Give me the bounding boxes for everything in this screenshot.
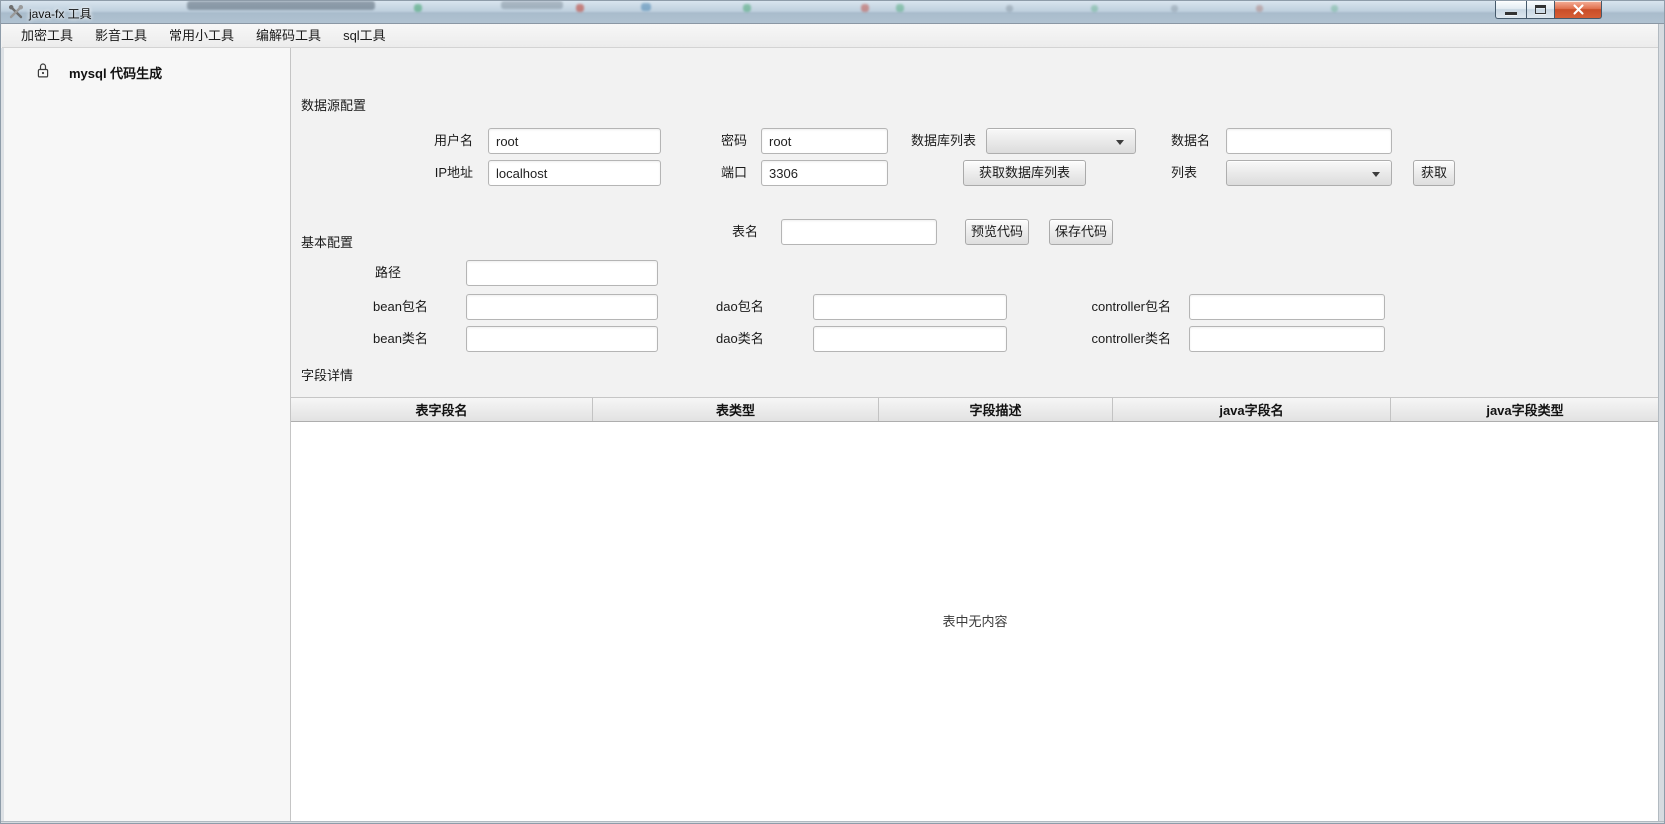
path-label: 路径 — [375, 260, 445, 286]
controller-class-input[interactable] — [1189, 326, 1385, 352]
column-header-java-field-type[interactable]: java字段类型 — [1391, 398, 1659, 421]
fields-table: 表字段名 表类型 字段描述 java字段名 java字段类型 表中无内容 — [291, 397, 1659, 821]
path-input[interactable] — [466, 260, 658, 286]
glass-artifact — [1171, 5, 1178, 12]
dao-package-input[interactable] — [813, 294, 1007, 320]
fetch-database-list-button[interactable]: 获取数据库列表 — [963, 160, 1086, 186]
port-input[interactable] — [761, 160, 888, 186]
window-frame-right — [1658, 24, 1665, 824]
window-title: java-fx 工具 — [29, 5, 92, 22]
glass-artifact — [576, 4, 584, 12]
chevron-down-icon — [1116, 140, 1124, 145]
glass-artifact — [896, 4, 904, 12]
glass-artifact — [861, 4, 869, 12]
column-header-table-type[interactable]: 表类型 — [593, 398, 879, 421]
menubar: 加密工具 影音工具 常用小工具 编解码工具 sql工具 — [2, 24, 1664, 48]
chevron-down-icon — [1372, 172, 1380, 177]
titlebar[interactable]: java-fx 工具 — [1, 1, 1664, 24]
database-list-label: 数据库列表 — [911, 128, 986, 154]
close-icon — [1572, 4, 1585, 15]
sidebar-item-label: mysql 代码生成 — [69, 63, 162, 82]
fields-section-title: 字段详情 — [301, 365, 353, 384]
fields-table-body: 表中无内容 — [291, 422, 1659, 821]
minimize-icon — [1505, 12, 1517, 15]
menu-item-common-tools[interactable]: 常用小工具 — [158, 24, 245, 47]
sidebar: mysql 代码生成 — [1, 48, 291, 821]
dao-class-label: dao类名 — [716, 326, 801, 352]
database-list-combobox[interactable] — [986, 128, 1136, 154]
basic-section-title: 基本配置 — [301, 232, 353, 251]
table-empty-placeholder: 表中无内容 — [291, 611, 1659, 630]
menu-item-media-tools[interactable]: 影音工具 — [84, 24, 158, 47]
bean-package-input[interactable] — [466, 294, 658, 320]
username-input[interactable] — [488, 128, 661, 154]
bean-class-input[interactable] — [466, 326, 658, 352]
bean-class-label: bean类名 — [373, 326, 463, 352]
password-input[interactable] — [761, 128, 888, 154]
maximize-button[interactable] — [1526, 1, 1555, 19]
menu-item-codec-tools[interactable]: 编解码工具 — [245, 24, 332, 47]
maximize-icon — [1535, 5, 1546, 14]
app-tools-icon — [8, 4, 24, 20]
column-header-table-field-name[interactable]: 表字段名 — [291, 398, 593, 421]
username-label: 用户名 — [351, 128, 473, 154]
sidebar-item-mysql-codegen[interactable]: mysql 代码生成 — [1, 56, 290, 86]
glass-artifact — [743, 4, 751, 12]
lock-icon — [36, 62, 50, 79]
glass-artifact — [501, 1, 563, 9]
port-label: 端口 — [687, 160, 747, 186]
table-list-label: 列表 — [1171, 160, 1231, 186]
glass-artifact — [187, 1, 375, 10]
fields-table-header: 表字段名 表类型 字段描述 java字段名 java字段类型 — [291, 398, 1659, 422]
save-code-button[interactable]: 保存代码 — [1049, 219, 1113, 245]
menu-item-sql-tools[interactable]: sql工具 — [332, 24, 397, 47]
database-name-input[interactable] — [1226, 128, 1392, 154]
preview-code-button[interactable]: 预览代码 — [965, 219, 1029, 245]
glass-artifact — [1006, 5, 1013, 12]
table-list-combobox[interactable] — [1226, 160, 1392, 186]
glass-artifact — [641, 3, 651, 11]
datasource-section-title: 数据源配置 — [301, 95, 366, 114]
database-name-label: 数据名 — [1171, 128, 1231, 154]
controller-class-label: controller类名 — [1061, 326, 1171, 352]
table-name-label: 表名 — [701, 219, 758, 245]
glass-artifact — [1256, 5, 1263, 12]
column-header-java-field-name[interactable]: java字段名 — [1113, 398, 1391, 421]
controller-package-input[interactable] — [1189, 294, 1385, 320]
app-window: java-fx 工具 加密工具 影音工具 常用小工具 编解码工具 sql工具 — [0, 0, 1665, 824]
window-controls — [1495, 1, 1602, 19]
main-panel: 数据源配置 用户名 密码 数据库列表 数据名 IP地址 端口 获取数据库列表 列… — [291, 48, 1659, 821]
menu-item-encrypt-tools[interactable]: 加密工具 — [10, 24, 84, 47]
close-button[interactable] — [1555, 1, 1602, 19]
dao-class-input[interactable] — [813, 326, 1007, 352]
fetch-button[interactable]: 获取 — [1413, 160, 1455, 186]
table-name-input[interactable] — [781, 219, 937, 245]
minimize-button[interactable] — [1495, 1, 1526, 19]
password-label: 密码 — [687, 128, 747, 154]
glass-artifact — [1091, 5, 1098, 12]
bean-package-label: bean包名 — [373, 294, 463, 320]
ip-label: IP地址 — [351, 160, 473, 186]
dao-package-label: dao包名 — [716, 294, 801, 320]
controller-package-label: controller包名 — [1061, 294, 1171, 320]
window-frame-left — [1, 48, 4, 824]
column-header-field-description[interactable]: 字段描述 — [879, 398, 1113, 421]
glass-artifact — [1331, 5, 1338, 12]
ip-input[interactable] — [488, 160, 661, 186]
glass-artifact — [414, 4, 422, 12]
